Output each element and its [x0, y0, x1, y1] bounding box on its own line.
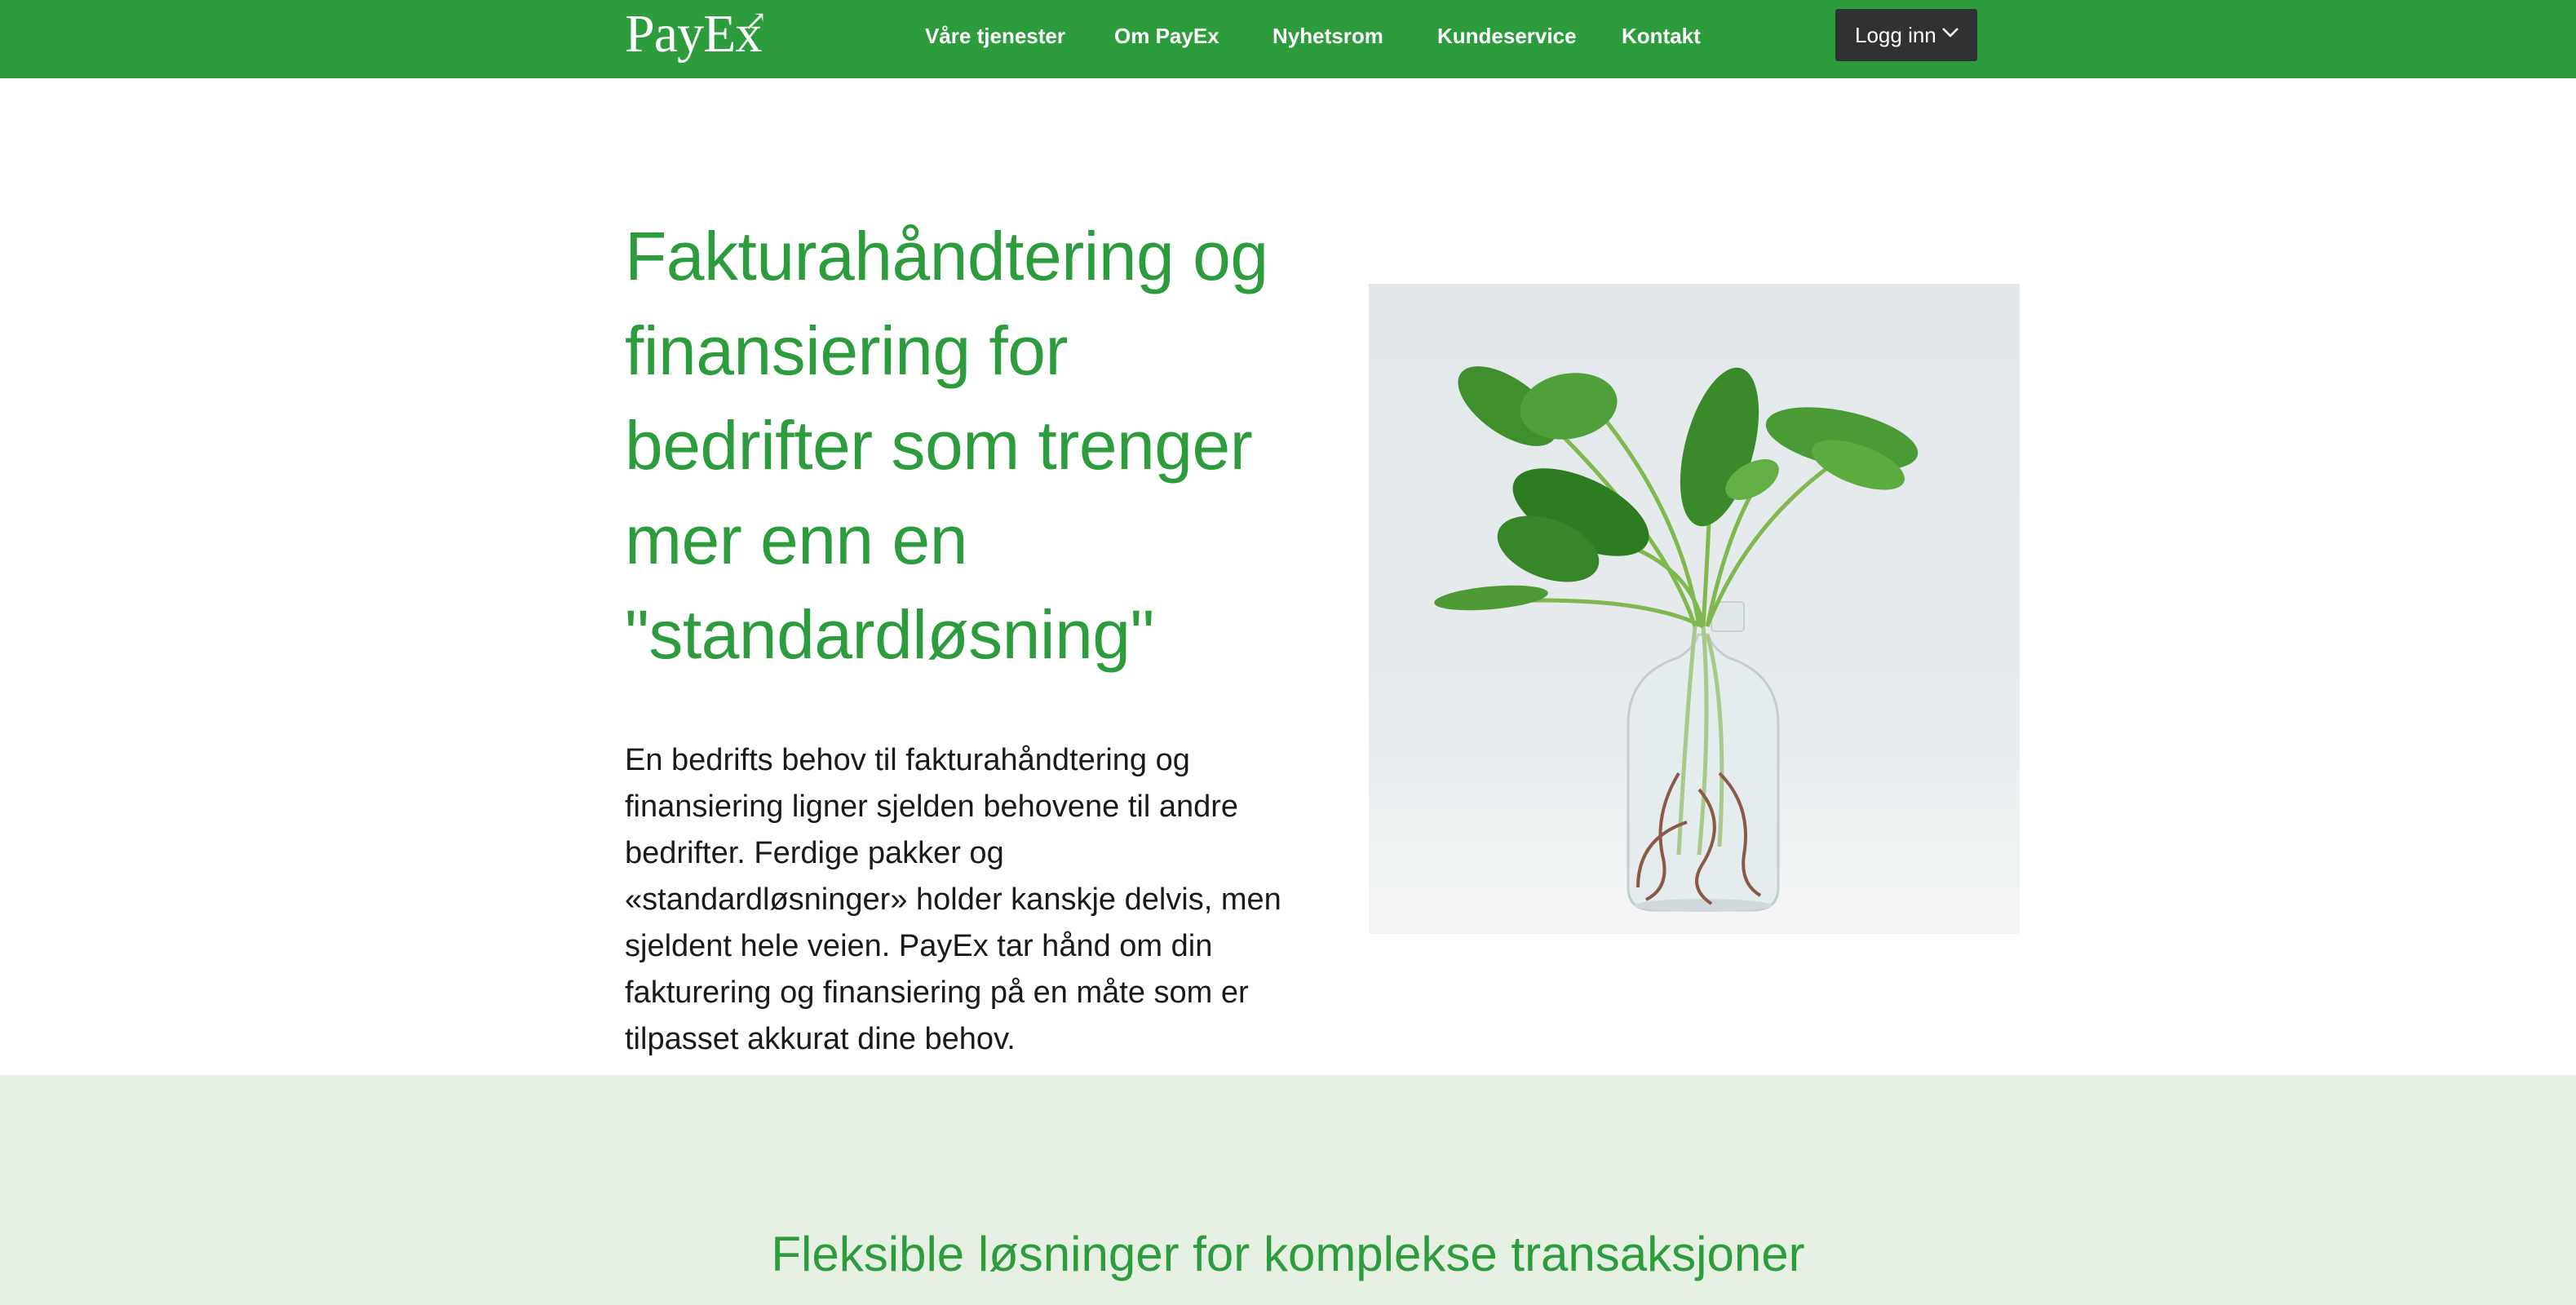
logo-text: PayEx	[625, 4, 762, 64]
nav-item-nyhetsrom[interactable]: Nyhetsrom	[1273, 20, 1383, 52]
nav-item-kundeservice[interactable]: Kundeservice	[1437, 20, 1577, 52]
payex-logo[interactable]: PayEx ↗	[625, 4, 767, 64]
top-navigation-bar: PayEx ↗ Våre tjenester Om PayEx Nyhetsro…	[0, 0, 2576, 78]
login-button-label: Logg inn	[1855, 23, 1936, 47]
nav-item-vare-tjenester[interactable]: Våre tjenester	[925, 20, 1065, 52]
nav-item-om-payex[interactable]: Om PayEx	[1114, 20, 1219, 52]
logo-arrow-icon: ↗	[743, 7, 767, 37]
nav-item-kontakt[interactable]: Kontakt	[1622, 20, 1701, 52]
plant-in-vase-image	[1369, 284, 2020, 934]
section-title: Fleksible løsninger for komplekse transa…	[771, 1227, 1805, 1281]
hero-title: Fakturahåndtering og finansiering for be…	[625, 218, 1268, 673]
chevron-down-icon	[1942, 28, 1959, 38]
hero-description: En bedrifts behov til fakturahåndtering …	[625, 743, 1281, 1056]
login-button[interactable]: Logg inn	[1835, 9, 1977, 61]
